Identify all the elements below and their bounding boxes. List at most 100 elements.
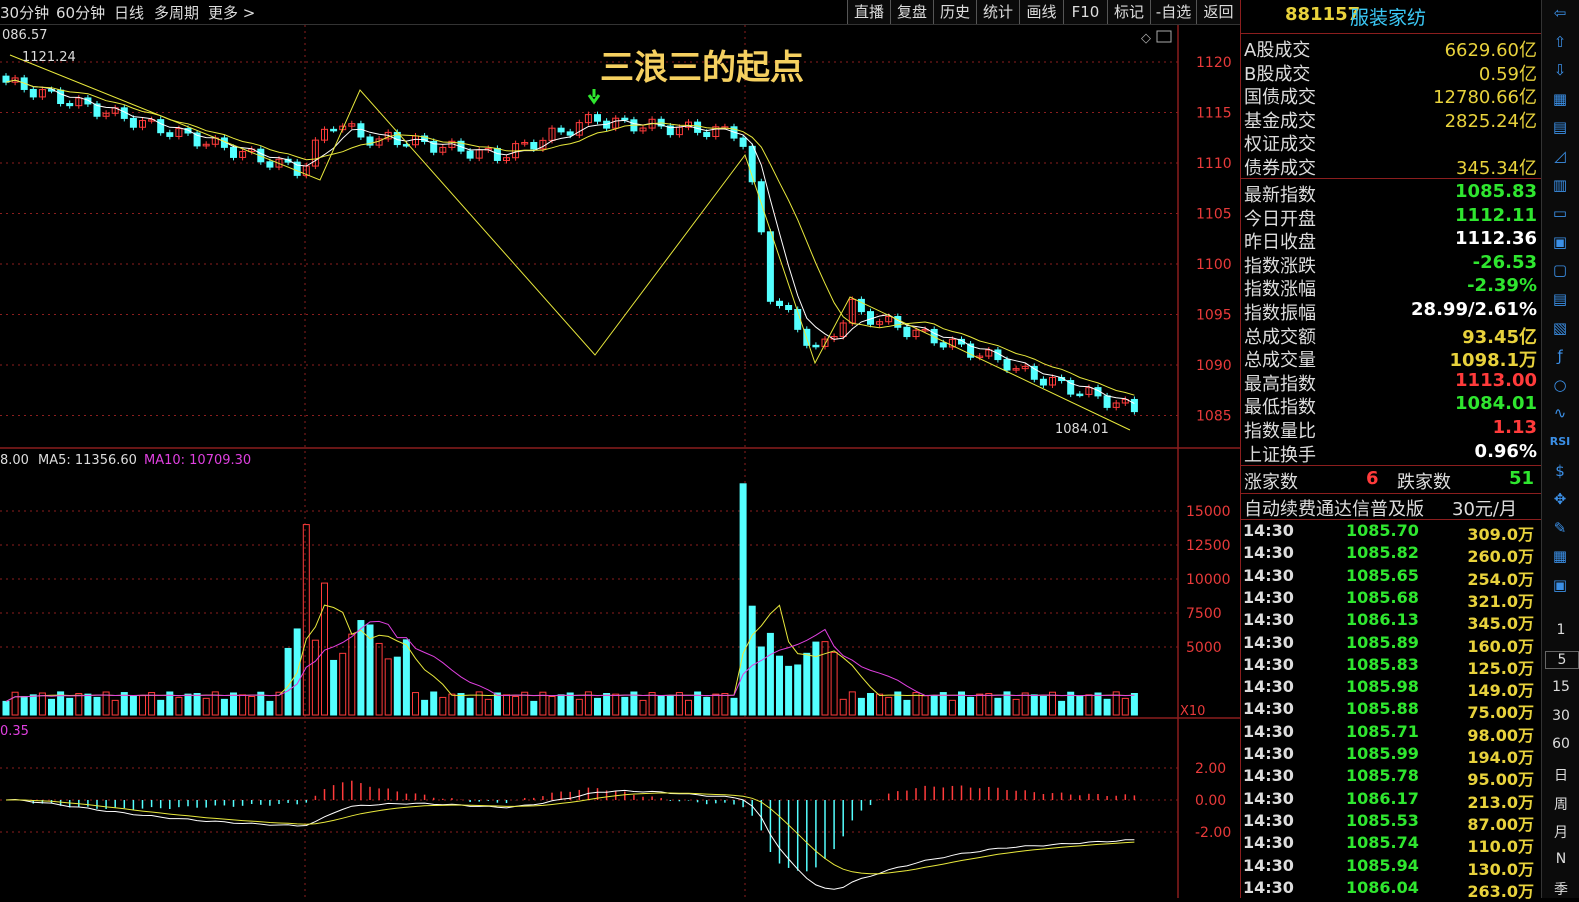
period-60min[interactable]: 60分钟 (56, 2, 105, 23)
period-shortcut[interactable]: 周 (1542, 794, 1579, 814)
tick-price: 1085.53 (1346, 810, 1419, 830)
watchlist-remove-button[interactable]: -自选 (1150, 0, 1196, 24)
ad-banner[interactable]: 自动续费通达信普及版 30元/月 (1241, 495, 1542, 521)
period-multi[interactable]: 多周期 (154, 2, 199, 23)
tick-row[interactable]: 14:30 1085.82 260.0万 (1241, 543, 1542, 566)
volume-bar (375, 642, 383, 716)
volume-bar (830, 651, 838, 716)
trend-line (9, 54, 1131, 431)
tick-time: 14:30 (1243, 565, 1294, 585)
mark-button[interactable]: 标记 (1107, 0, 1150, 24)
tick-row[interactable]: 14:30 1085.89 160.0万 (1241, 633, 1542, 656)
window-icon[interactable] (1156, 30, 1172, 43)
volume-axis-label: 10000 (1186, 572, 1231, 588)
index-row-label: 昨日收盘 (1244, 232, 1316, 254)
volume-bar (839, 698, 847, 716)
dollar-icon[interactable]: $ (1548, 460, 1572, 482)
period-shortcut[interactable]: 30 (1542, 708, 1579, 724)
volume-bar (357, 620, 365, 716)
ad-price[interactable]: 30元/月 (1452, 495, 1517, 521)
chart-icon[interactable]: ◿ (1548, 145, 1572, 167)
period-shortcut[interactable]: 日 (1542, 765, 1579, 785)
volume-bar (621, 696, 629, 716)
candle-body (1130, 398, 1138, 413)
period-day[interactable]: 日线 (114, 2, 144, 23)
doc-icon[interactable]: ▢ (1548, 259, 1572, 281)
wave-icon[interactable]: ∿ (1548, 402, 1572, 424)
period-shortcut[interactable]: 季 (1542, 879, 1579, 899)
tick-row[interactable]: 14:30 1085.71 98.00万 (1241, 721, 1542, 745)
f10-button[interactable]: F10 (1063, 0, 1107, 24)
volume-bar (985, 693, 993, 716)
move-icon[interactable]: ✥ (1548, 488, 1572, 510)
tick-row[interactable]: 14:30 1085.98 149.0万 (1241, 677, 1542, 700)
tick-row[interactable]: 14:30 1085.70 309.0万 (1241, 521, 1542, 544)
tick-row[interactable]: 14:30 1085.78 95.00万 (1241, 766, 1542, 789)
arrow-left-icon[interactable]: ⇦ (1548, 2, 1572, 24)
stats-button[interactable]: 统计 (976, 0, 1019, 24)
replay-button[interactable]: 复盘 (890, 0, 933, 24)
kline-chart[interactable]: 1120 1115 1110 1105 1100 1095 1090 1085 15000 125… (0, 25, 1240, 898)
candle-body (812, 344, 820, 348)
period-30min[interactable]: 30分钟 (0, 2, 49, 23)
fx-icon[interactable]: ƒ (1548, 345, 1572, 367)
tick-row[interactable]: 14:30 1085.74 110.0万 (1241, 833, 1542, 856)
tick-row[interactable]: 14:30 1085.65 254.0万 (1241, 565, 1542, 589)
candle-body (230, 146, 237, 158)
tick-row[interactable]: 14:30 1085.99 194.0万 (1241, 744, 1542, 767)
refresh-icon[interactable]: ▣ (1548, 574, 1572, 596)
index-row-value: 1113.00 (1455, 369, 1537, 391)
arrow-up-icon[interactable]: ⇧ (1548, 31, 1572, 53)
tick-row[interactable]: 14:30 1085.83 125.0万 (1241, 655, 1542, 678)
draw-button[interactable]: 画线 (1019, 0, 1063, 24)
index-row: 指数涨幅 -2.39% (1241, 275, 1542, 300)
fiz-icon[interactable]: ▧ (1548, 317, 1572, 339)
wave-annotation: 三浪三的起点 (600, 48, 804, 88)
macd-histogram (14, 780, 1136, 872)
pen-icon[interactable]: ✎ (1548, 517, 1572, 539)
tick-row[interactable]: 14:30 1085.53 87.00万 (1241, 810, 1542, 834)
volume-bar (967, 696, 975, 716)
volume-bar (548, 696, 556, 716)
period-shortcut[interactable]: 1 (1542, 622, 1579, 638)
fio-icon[interactable]: ▣ (1548, 231, 1572, 253)
candle-body (621, 117, 629, 121)
tick-volume: 321.0万 (1467, 591, 1534, 611)
volume-bar (776, 655, 783, 716)
fs-icon[interactable]: ▦ (1548, 545, 1572, 567)
live-button[interactable]: 直播 (847, 0, 890, 24)
candle-icon[interactable]: ▥ (1548, 174, 1572, 196)
period-shortcut[interactable]: 60 (1542, 736, 1579, 752)
arrow-down-icon[interactable]: ⇩ (1548, 59, 1572, 81)
period-shortcut[interactable]: N (1542, 851, 1579, 867)
tick-row[interactable]: 14:30 1085.94 130.0万 (1241, 856, 1542, 879)
back-button[interactable]: 返回 (1196, 0, 1240, 24)
table-icon[interactable]: ▤ (1548, 116, 1572, 138)
circle-icon[interactable]: ○ (1548, 374, 1572, 396)
candle-body (557, 127, 565, 133)
history-button[interactable]: 历史 (933, 0, 976, 24)
tick-price: 1085.71 (1346, 721, 1419, 741)
tick-row[interactable]: 14:30 1085.88 75.00万 (1241, 699, 1542, 722)
volume-bar (1085, 694, 1093, 716)
index-row-value: 1098.1万 (1449, 350, 1537, 372)
tick-row[interactable]: 14:30 1086.04 263.0万 (1241, 878, 1542, 901)
tick-row[interactable]: 14:30 1086.17 213.0万 (1241, 789, 1542, 812)
tick-row[interactable]: 14:30 1086.13 345.0万 (1241, 610, 1542, 633)
diamond-icon[interactable]: ◇ (1141, 31, 1151, 46)
period-shortcut[interactable]: 月 (1542, 822, 1579, 842)
tick-row[interactable]: 14:30 1085.68 321.0万 (1241, 588, 1542, 611)
note-icon[interactable]: ▤ (1548, 288, 1572, 310)
tick-price: 1085.88 (1346, 699, 1419, 719)
rsi-icon[interactable]: RSI (1548, 431, 1572, 453)
grid-icon[interactable]: ▦ (1548, 88, 1572, 110)
more-menu[interactable]: 更多 > (208, 2, 255, 23)
volume-bar (675, 692, 683, 716)
period-shortcut[interactable]: 5 (1545, 650, 1579, 669)
volume-bar (1121, 697, 1129, 716)
period-shortcut[interactable]: 15 (1542, 679, 1579, 695)
list-icon[interactable]: ▭ (1548, 202, 1572, 224)
ad-text[interactable]: 自动续费通达信普及版 (1244, 495, 1424, 521)
candle-body (530, 142, 538, 150)
volume-bar (84, 693, 92, 716)
